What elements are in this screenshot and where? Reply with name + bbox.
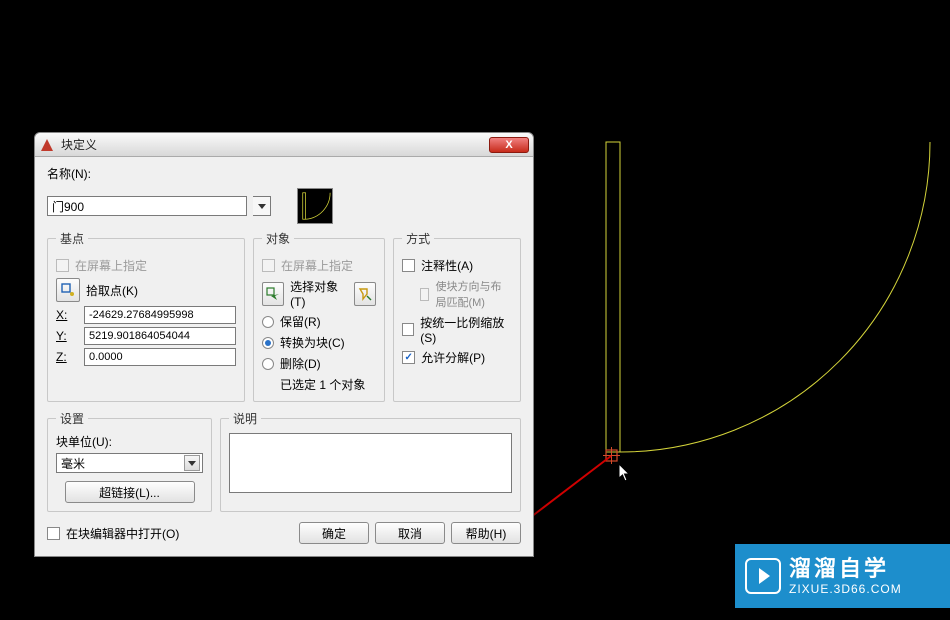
name-label: 名称(N): <box>47 165 95 182</box>
settings-group: 设置 块单位(U): 毫米 超链接(L)... <box>47 410 212 512</box>
y-input[interactable] <box>84 327 236 345</box>
match-orient-label: 使块方向与布局匹配(M) <box>435 278 512 310</box>
block-unit-value: 毫米 <box>61 455 85 472</box>
block-name-dropdown[interactable] <box>253 196 271 216</box>
watermark-line2: ZIXUE.3D66.COM <box>789 582 902 596</box>
open-in-editor-label: 在块编辑器中打开(O) <box>66 525 179 542</box>
basepoint-legend: 基点 <box>56 230 88 247</box>
z-label: Z: <box>56 350 78 364</box>
block-preview <box>297 188 333 224</box>
uniform-scale-label: 按统一比例缩放(S) <box>420 314 512 345</box>
retain-label: 保留(R) <box>280 313 321 330</box>
chevron-down-icon <box>184 455 200 471</box>
block-unit-label: 块单位(U): <box>56 433 203 450</box>
dialog-title: 块定义 <box>61 136 489 153</box>
quick-select-button[interactable] <box>354 282 376 306</box>
object-onscreen-label: 在屏幕上指定 <box>281 257 353 274</box>
block-unit-select[interactable]: 毫米 <box>56 453 203 473</box>
block-name-input[interactable] <box>47 196 247 216</box>
cad-canvas <box>600 140 940 480</box>
convert-label: 转换为块(C) <box>280 334 345 351</box>
basepoint-group: 基点 在屏幕上指定 拾取点(K) X: Y: <box>47 230 245 402</box>
mode-legend: 方式 <box>402 230 434 247</box>
select-objects-label: 选择对象(T) <box>290 278 348 309</box>
delete-radio[interactable] <box>262 358 274 370</box>
settings-legend: 设置 <box>56 410 88 427</box>
basepoint-onscreen-checkbox[interactable] <box>56 259 69 272</box>
description-group: 说明 <box>220 410 521 512</box>
allow-explode-label: 允许分解(P) <box>421 349 485 366</box>
uniform-scale-checkbox[interactable] <box>402 323 414 336</box>
description-legend: 说明 <box>229 410 261 427</box>
x-label: X: <box>56 308 78 322</box>
block-definition-dialog: 块定义 X 名称(N): 基点 在屏幕上指 <box>34 132 534 557</box>
y-label: Y: <box>56 329 78 343</box>
help-button[interactable]: 帮助(H) <box>451 522 521 544</box>
dialog-titlebar[interactable]: 块定义 X <box>35 133 533 157</box>
delete-label: 删除(D) <box>280 355 321 372</box>
play-icon <box>745 558 781 594</box>
hyperlink-button[interactable]: 超链接(L)... <box>65 481 195 503</box>
object-onscreen-checkbox[interactable] <box>262 259 275 272</box>
x-input[interactable] <box>84 306 236 324</box>
z-input[interactable] <box>84 348 236 366</box>
description-textarea[interactable] <box>229 433 512 493</box>
mode-group: 方式 注释性(A) 使块方向与布局匹配(M) 按统一比例缩放(S) 允许分解(P… <box>393 230 521 402</box>
select-objects-button[interactable] <box>262 282 284 306</box>
convert-radio[interactable] <box>262 337 274 349</box>
annotative-checkbox[interactable] <box>402 259 415 272</box>
autocad-app-icon <box>39 137 55 153</box>
object-group: 对象 在屏幕上指定 选择对象(T) 保留(R) <box>253 230 385 402</box>
cancel-button[interactable]: 取消 <box>375 522 445 544</box>
selected-count-label: 已选定 1 个对象 <box>280 376 376 393</box>
object-legend: 对象 <box>262 230 294 247</box>
retain-radio[interactable] <box>262 316 274 328</box>
match-orient-checkbox <box>420 288 429 301</box>
pick-point-label: 拾取点(K) <box>86 282 138 299</box>
mouse-cursor-icon <box>618 463 634 483</box>
close-button[interactable]: X <box>489 137 529 153</box>
pick-point-button[interactable] <box>56 278 80 302</box>
basepoint-onscreen-label: 在屏幕上指定 <box>75 257 147 274</box>
ok-button[interactable]: 确定 <box>299 522 369 544</box>
allow-explode-checkbox[interactable] <box>402 351 415 364</box>
watermark: 溜溜自学 ZIXUE.3D66.COM <box>735 544 950 608</box>
annotative-label: 注释性(A) <box>421 257 473 274</box>
watermark-line1: 溜溜自学 <box>789 556 902 582</box>
open-in-editor-checkbox[interactable] <box>47 527 60 540</box>
